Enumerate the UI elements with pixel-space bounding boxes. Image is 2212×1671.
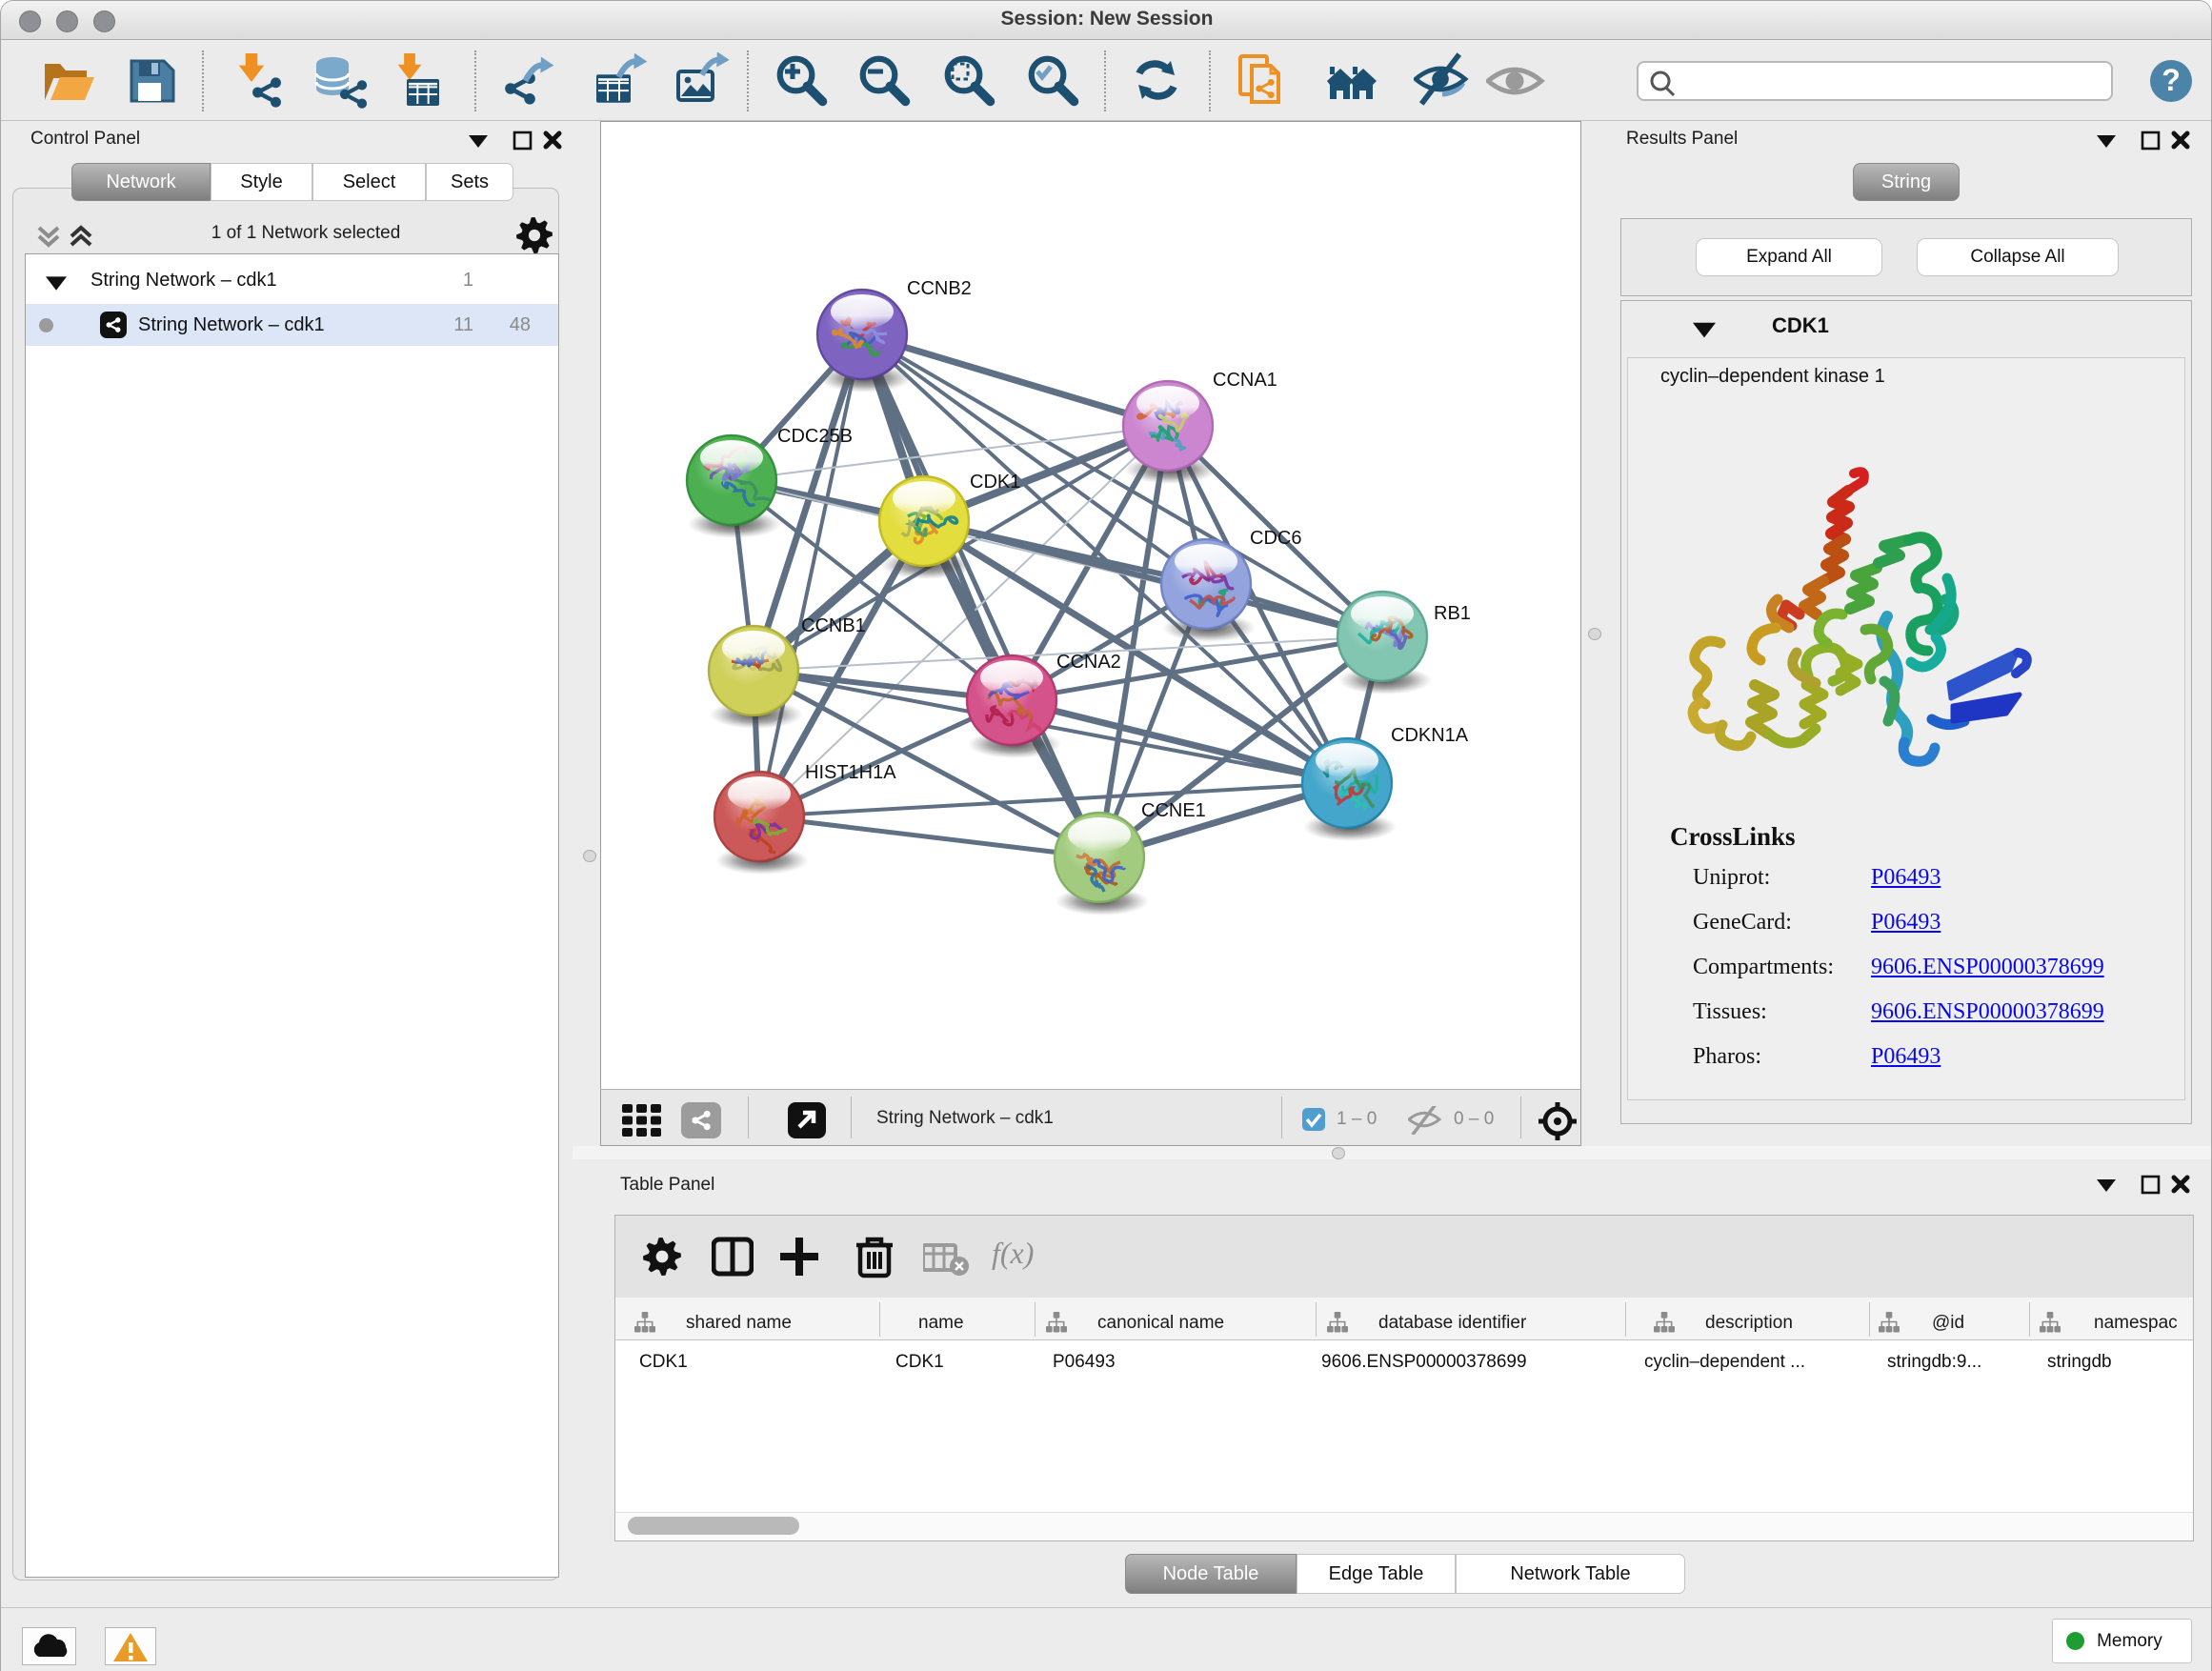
svg-text:CDC6: CDC6 [1250, 528, 1301, 549]
svg-text:CCNE1: CCNE1 [1141, 800, 1206, 821]
svg-text:CDK1: CDK1 [970, 472, 1020, 493]
svg-text:CCNA1: CCNA1 [1213, 370, 1277, 391]
svg-text:CCNB1: CCNB1 [801, 615, 866, 636]
svg-text:CDKN1A: CDKN1A [1391, 725, 1469, 746]
svg-text:HIST1H1A: HIST1H1A [805, 762, 896, 783]
svg-text:RB1: RB1 [1434, 603, 1471, 624]
svg-text:CDC25B: CDC25B [777, 426, 853, 447]
svg-text:CCNB2: CCNB2 [907, 278, 972, 299]
svg-text:?: ? [2162, 63, 2181, 97]
svg-text:CCNA2: CCNA2 [1056, 652, 1121, 673]
